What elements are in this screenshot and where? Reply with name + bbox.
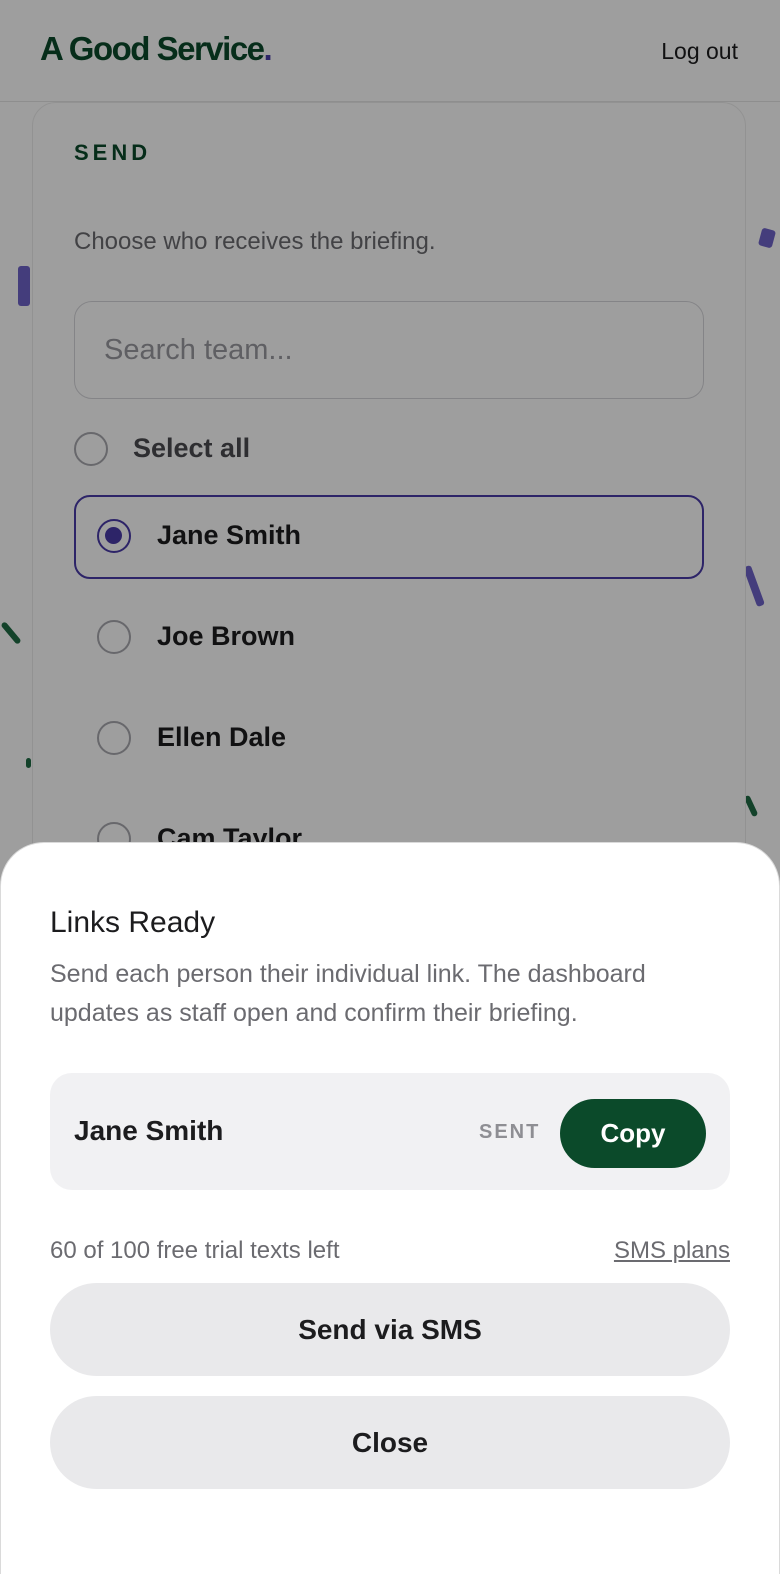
copy-button[interactable]: Copy <box>560 1099 706 1168</box>
sms-plans-link[interactable]: SMS plans <box>614 1237 730 1265</box>
link-person-name: Jane Smith <box>74 1115 224 1146</box>
sheet-title: Links Ready <box>50 906 216 939</box>
close-button[interactable]: Close <box>50 1396 730 1489</box>
trial-count-text: 60 of 100 free trial texts left <box>50 1237 340 1264</box>
status-badge: SENT <box>479 1121 541 1143</box>
sheet-description: Send each person their individual link. … <box>50 960 646 1027</box>
send-via-sms-button[interactable]: Send via SMS <box>50 1283 730 1376</box>
